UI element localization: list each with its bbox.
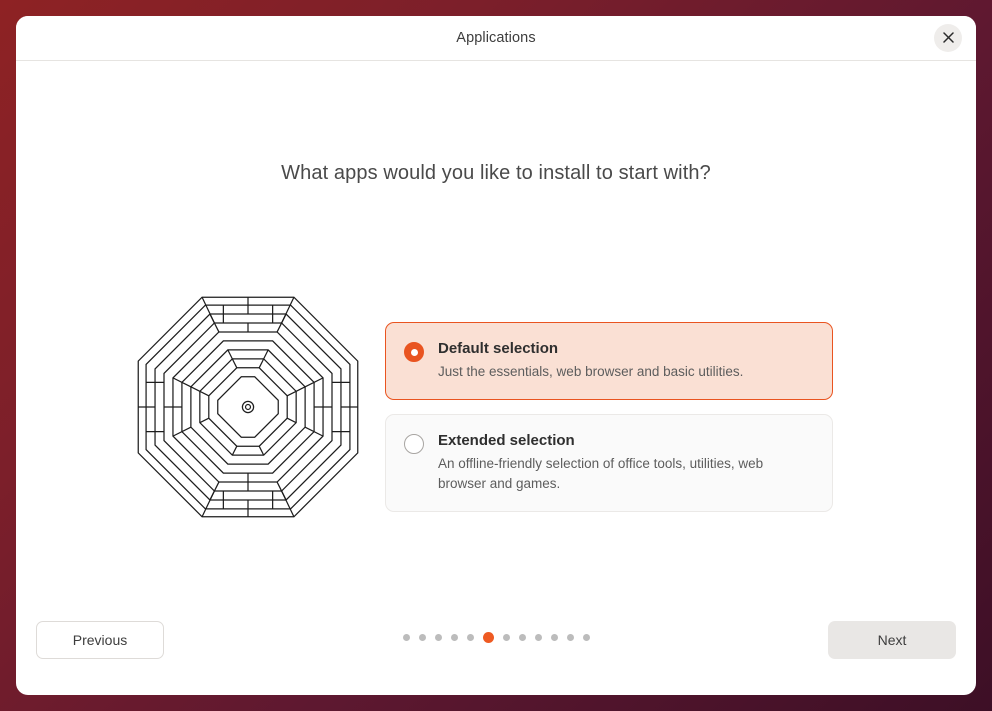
- window-title: Applications: [456, 30, 536, 46]
- option-title-default: Default selection: [438, 340, 559, 357]
- option-card-extended[interactable]: Extended selection An offline-friendly s…: [385, 414, 833, 512]
- pagination-dot[interactable]: [402, 634, 410, 641]
- page-title: What apps would you like to install to s…: [281, 162, 711, 184]
- radio-extended[interactable]: [404, 434, 424, 454]
- pagination-dot[interactable]: [502, 634, 510, 641]
- pagination-dot[interactable]: [582, 634, 590, 641]
- pagination-dot[interactable]: [450, 634, 458, 641]
- maze-illustration: [136, 295, 360, 519]
- option-text-extended: Extended selection An offline-friendly s…: [438, 431, 814, 494]
- option-title-extended: Extended selection: [438, 432, 575, 449]
- pagination-dot[interactable]: [566, 634, 574, 641]
- option-description-extended: An offline-friendly selection of office …: [438, 456, 764, 491]
- radio-default[interactable]: [404, 342, 424, 362]
- option-description-default: Just the essentials, web browser and bas…: [438, 364, 744, 379]
- window-header: Applications: [16, 16, 976, 61]
- next-button[interactable]: Next: [828, 621, 956, 659]
- pagination-dot-active[interactable]: [482, 632, 494, 643]
- window-footer: Previous Next: [16, 599, 976, 695]
- pagination-dot[interactable]: [518, 634, 526, 641]
- close-icon: [942, 31, 954, 46]
- close-button[interactable]: [934, 24, 962, 52]
- options-list: Default selection Just the essentials, w…: [385, 322, 833, 512]
- pagination-dot[interactable]: [534, 634, 542, 641]
- pagination-dot[interactable]: [550, 634, 558, 641]
- pagination-dot[interactable]: [418, 634, 426, 641]
- window-body: What apps would you like to install to s…: [16, 61, 976, 695]
- installer-window: Applications What apps would you like to…: [16, 16, 976, 695]
- pagination-dot[interactable]: [434, 634, 442, 641]
- pagination-dot[interactable]: [466, 634, 474, 641]
- option-card-default[interactable]: Default selection Just the essentials, w…: [385, 322, 833, 400]
- option-text-default: Default selection Just the essentials, w…: [438, 339, 814, 382]
